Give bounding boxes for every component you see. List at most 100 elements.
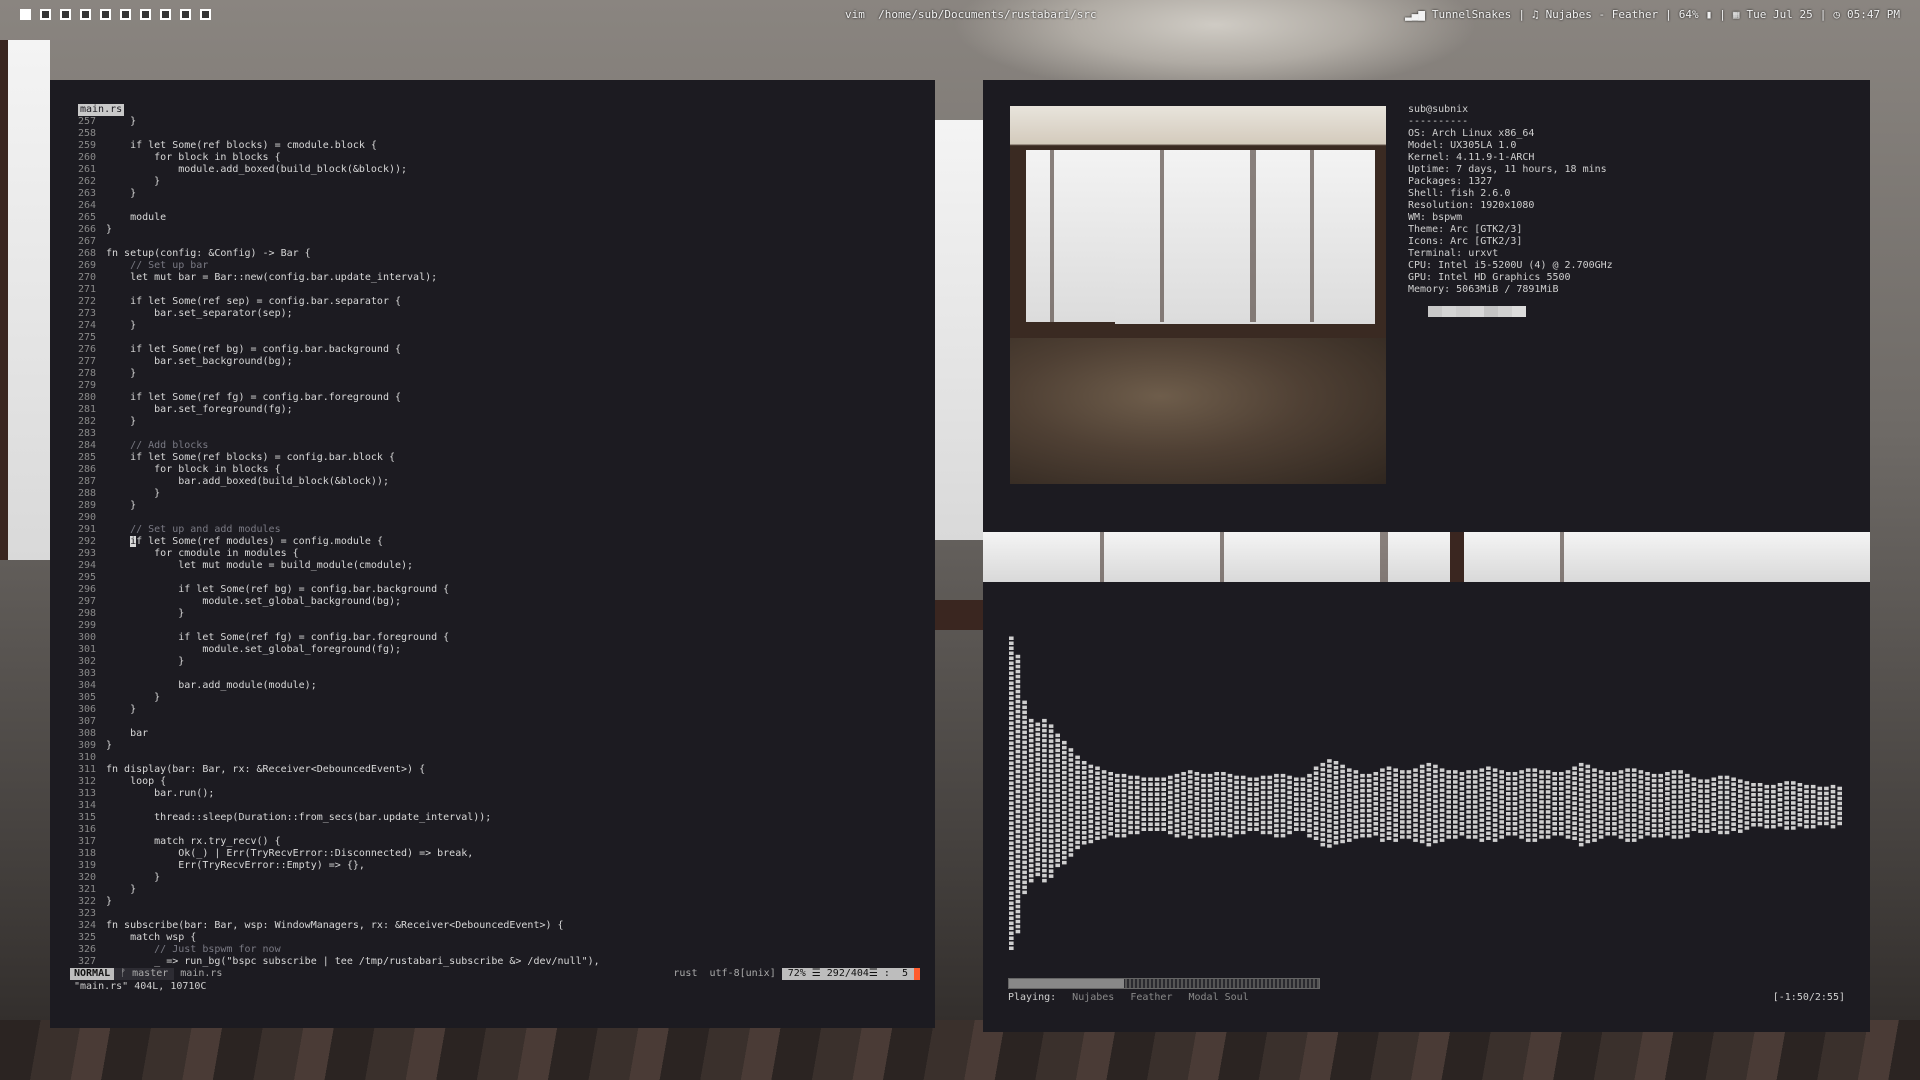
spectrum-bar-cell [1009, 671, 1014, 675]
code-editor[interactable]: main.rs 257 } 258 259 if let Some(ref bloc… [70, 104, 600, 968]
spectrum-bar-cell [1678, 825, 1683, 829]
workspace-2[interactable] [40, 9, 51, 20]
code-line: 306 } [70, 704, 600, 716]
spectrum-bar-cell [1081, 816, 1087, 820]
spectrum-bar-cell [1393, 773, 1398, 777]
file-tab[interactable]: main.rs [78, 104, 125, 116]
spectrum-bar-cell [1254, 802, 1259, 806]
spectrum-bar-cell [1486, 806, 1491, 810]
spectrum-bar-cell [1472, 810, 1478, 814]
spectrum-bar-cell [1665, 827, 1670, 831]
spectrum-bar-cell [1678, 790, 1683, 794]
spectrum-bar-cell [1254, 812, 1259, 816]
workspace-9[interactable] [180, 9, 191, 20]
spectrum-bar-cell [1552, 807, 1557, 811]
spectrum-bar-cell [1472, 780, 1478, 784]
spectrum-bar-cell [1353, 795, 1359, 799]
code-line: 322} [70, 896, 600, 908]
spectrum-bar-cell [1810, 789, 1816, 794]
spectrum-bar-cell [1565, 810, 1571, 814]
spectrum-bar-cell [1492, 833, 1498, 837]
workspace-3[interactable] [60, 9, 71, 20]
spectrum-bar-cell [1081, 821, 1087, 825]
workspace-7[interactable] [140, 9, 151, 20]
spectrum-bar-cell [1340, 814, 1345, 819]
spectrum-bar-cell [1028, 833, 1034, 838]
code-line: 263 } [70, 188, 600, 200]
workspace-5[interactable] [100, 9, 111, 20]
spectrum-bar-cell [1009, 826, 1014, 830]
spectrum-bar-cell [1128, 780, 1133, 785]
workspace-8[interactable] [160, 9, 171, 20]
workspace-4[interactable] [80, 9, 91, 20]
spectrum-bar-cell [1578, 842, 1584, 847]
spectrum-bar-cell [1506, 822, 1511, 826]
spectrum-bar-cell [1062, 835, 1067, 840]
code-line: 282 } [70, 416, 600, 428]
spectrum-bar-cell [1426, 772, 1432, 777]
code-line: 308 bar [70, 728, 600, 740]
spectrum-bar-cell [1837, 801, 1842, 806]
spectrum-bar-cell [1108, 822, 1113, 826]
spectrum-bar-cell [1280, 798, 1286, 803]
spectrum-bar-cell [1274, 773, 1279, 778]
spectrum-bar-cell [1757, 803, 1763, 807]
spectrum-bar-cell [1373, 772, 1379, 776]
spectrum-bar-cell [1532, 823, 1538, 827]
spectrum-bar-cell [1081, 781, 1087, 785]
info-line: Memory: 5063MiB / 7891MiB [1408, 284, 1559, 295]
spectrum-bar-cell [1559, 812, 1564, 816]
spectrum-bar-cell [1327, 779, 1332, 783]
spectrum-bar-cell [1227, 818, 1233, 823]
spectrum-bar-cell [1280, 793, 1286, 798]
spectrum-bar-cell [1698, 829, 1703, 833]
workspace-1[interactable] [20, 9, 31, 20]
spectrum-bar-cell [1009, 636, 1014, 640]
spectrum-bar-cell [1512, 827, 1518, 831]
spectrum-bar-cell [1625, 818, 1630, 822]
spectrum-bar-cell [1552, 802, 1557, 806]
spectrum-bar-cell [1221, 772, 1226, 776]
spectrum-bar-cell [1400, 805, 1405, 809]
status-area: ▂▄▆ TunnelSnakes | ♫ Nujabes - Feather |… [1405, 8, 1900, 21]
spectrum-bar-cell [1439, 778, 1445, 782]
spectrum-bar-cell [1194, 777, 1200, 781]
spectrum-bar-cell [1824, 791, 1829, 796]
spectrum-bar-cell [1552, 827, 1557, 831]
spectrum-bar-cell [1565, 820, 1571, 824]
track-progress-bar[interactable] [1008, 978, 1320, 989]
spectrum-bar-cell [1578, 807, 1584, 812]
vim-command-line[interactable]: "main.rs" 404L, 10710C [74, 981, 206, 992]
spectrum-bar-cell [1804, 804, 1809, 809]
line-text: bar.set_separator(sep); [106, 308, 293, 319]
spectrum-bar-cell [1466, 785, 1471, 789]
code-line: 278 } [70, 368, 600, 380]
spectrum-bar-cell [1492, 798, 1498, 802]
spectrum-bar-cell [1022, 845, 1027, 850]
spectrum-bar-cell [1572, 826, 1577, 830]
spectrum-bar-cell [1525, 813, 1531, 817]
spectrum-bar-cell [1048, 844, 1054, 848]
workspace-10[interactable] [200, 9, 211, 20]
spectrum-bar-cell [1174, 818, 1180, 823]
info-line: Shell: fish 2.6.0 [1408, 188, 1511, 199]
spectrum-bar-cell [1015, 829, 1021, 834]
spectrum-bar-cell [1565, 795, 1571, 799]
spectrum-bar-cell [1519, 835, 1524, 839]
spectrum-bar-cell [1161, 787, 1166, 791]
vim-terminal-window[interactable]: main.rs 257 } 258 259 if let Some(ref bloc… [50, 80, 935, 1028]
spectrum-bar-cell [1148, 807, 1153, 811]
spectrum-bar-cell [1777, 798, 1783, 802]
code-line: 266} [70, 224, 600, 236]
spectrum-bar-cell [1738, 779, 1743, 783]
spectrum-bar-cell [1028, 838, 1034, 843]
spectrum-bar-cell [1015, 744, 1021, 749]
spectrum-bar-cell [1625, 778, 1630, 782]
spectrum-bar-cell [1810, 794, 1816, 799]
spectrum-bar-cell [1075, 795, 1080, 800]
workspace-6[interactable] [120, 9, 131, 20]
spectrum-bar-cell [1638, 820, 1644, 824]
neofetch-terminal-window[interactable]: sub@subnix ---------- OS: Arch Linux x86_6… [983, 80, 1870, 532]
music-visualizer-window[interactable]: Playing: Nujabes Feather Modal Soul [-1:… [983, 582, 1870, 1032]
line-text: // Just bspwm for now [106, 944, 281, 955]
